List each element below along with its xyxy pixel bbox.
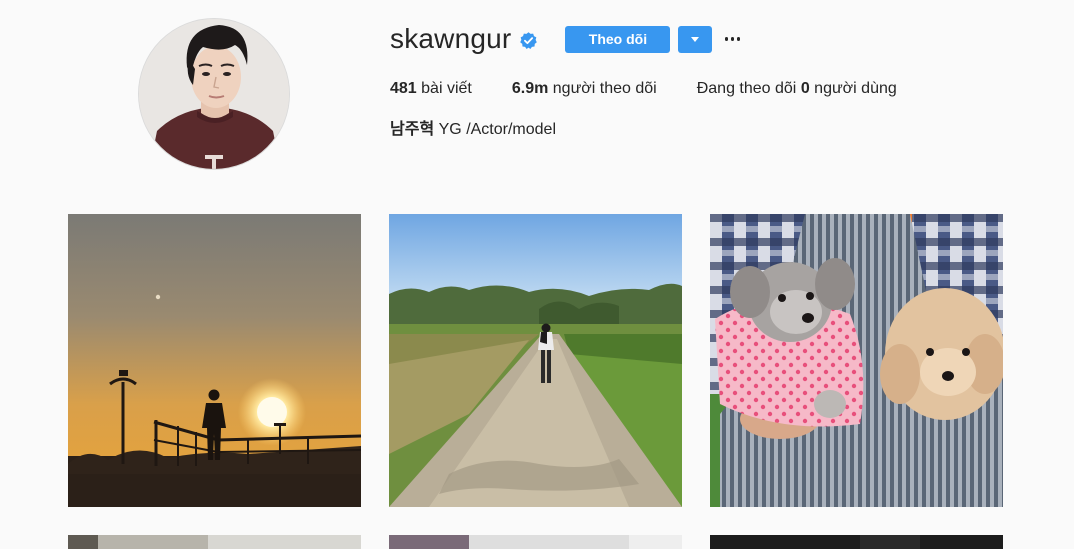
more-options-button[interactable] (724, 29, 741, 49)
post-thumbnail-4[interactable] (68, 535, 361, 549)
following-stat[interactable]: Đang theo dõi 0 người dùng (697, 79, 897, 99)
follow-options-button[interactable] (678, 25, 713, 53)
ellipsis-icon (724, 37, 741, 41)
verified-badge-icon (519, 31, 538, 50)
posts-label: bài viết (421, 80, 472, 97)
post-image (710, 535, 1003, 549)
post-image (68, 214, 361, 507)
username: skawngur (390, 23, 512, 54)
followers-stat[interactable]: 6.9m người theo dõi (512, 79, 657, 99)
profile-avatar[interactable] (138, 18, 290, 170)
post-thumbnail-6[interactable] (710, 535, 1003, 549)
posts-count: 481 (390, 80, 417, 97)
following-prefix: Đang theo dõi (696, 80, 797, 97)
post-thumbnail-path[interactable] (389, 214, 682, 507)
followers-label: người theo dõi (552, 80, 657, 97)
post-thumbnail-5[interactable] (389, 535, 682, 549)
post-image (389, 535, 682, 549)
profile-page: skawngur Theo dõi 481 bài viết 6.9m ngườ… (0, 0, 1074, 549)
bio-text: YG /Actor/model (438, 121, 556, 138)
post-thumbnail-dogs[interactable] (710, 214, 1003, 507)
username-row: skawngur Theo dõi (390, 18, 1030, 60)
profile-stats: 481 bài viết 6.9m người theo dõi Đang th… (390, 79, 1030, 99)
profile-bio: 남주혁 YG /Actor/model (390, 120, 1030, 140)
post-image (389, 214, 682, 507)
triangle-down-icon (691, 36, 700, 42)
avatar-photo (139, 19, 289, 169)
full-name: 남주혁 (390, 121, 435, 138)
post-thumbnail-sunset[interactable] (68, 214, 361, 507)
followers-count: 6.9m (511, 80, 549, 97)
follow-button[interactable]: Theo dõi (565, 25, 671, 53)
following-label: người dùng (814, 80, 897, 97)
post-image (710, 214, 1003, 507)
posts-stat: 481 bài viết (390, 79, 472, 99)
post-image (68, 535, 361, 549)
following-count: 0 (800, 80, 810, 97)
profile-info: skawngur Theo dõi 481 bài viết 6.9m ngườ… (390, 18, 1030, 140)
